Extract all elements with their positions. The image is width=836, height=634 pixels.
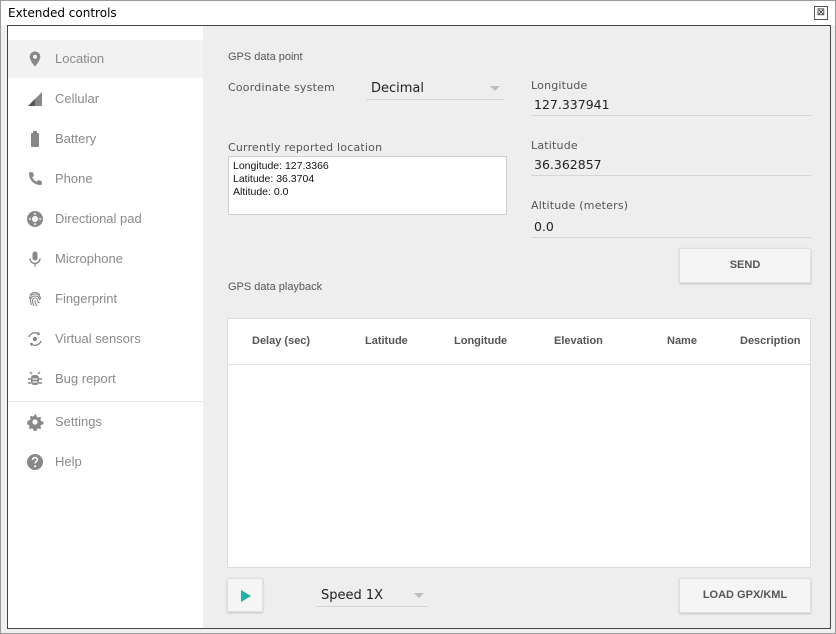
sidebar-item-label: Help [55, 454, 82, 469]
sidebar-item-fingerprint[interactable]: Fingerprint [8, 280, 203, 318]
column-latitude[interactable]: Latitude [365, 335, 408, 347]
latitude-label: Latitude [531, 139, 578, 152]
sidebar-item-cellular[interactable]: Cellular [8, 80, 203, 118]
column-description[interactable]: Description [740, 335, 801, 347]
battery-icon [26, 130, 44, 148]
column-name[interactable]: Name [667, 335, 697, 347]
sidebar-item-bug-report[interactable]: Bug report [8, 360, 203, 398]
longitude-field[interactable]: 127.337941 [531, 92, 811, 116]
bug-icon [26, 370, 44, 388]
gear-icon [26, 413, 44, 431]
send-button[interactable]: SEND [679, 248, 811, 283]
close-button[interactable]: ⊠ [814, 6, 828, 20]
reported-latitude: Latitude: 36.3704 [233, 173, 315, 185]
extended-controls-window: Extended controls ⊠ Location Cellular Ba… [0, 0, 836, 634]
signal-icon [26, 90, 44, 108]
coordinate-system-select[interactable]: Decimal [366, 76, 504, 100]
play-button[interactable] [227, 578, 263, 612]
fingerprint-icon [26, 290, 44, 308]
reported-location-label: Currently reported location [228, 141, 383, 154]
load-gpx-kml-button[interactable]: LOAD GPX/KML [679, 578, 811, 613]
sidebar: Location Cellular Battery Phone Directio… [8, 26, 203, 628]
title-bar[interactable]: Extended controls ⊠ [1, 1, 835, 25]
play-icon [241, 590, 251, 602]
chevron-down-icon [414, 593, 424, 598]
gps-data-point-heading: GPS data point [228, 51, 303, 63]
sidebar-item-battery[interactable]: Battery [8, 120, 203, 158]
reported-longitude: Longitude: 127.3366 [233, 160, 329, 172]
sidebar-item-help[interactable]: Help [8, 443, 203, 481]
speed-value: Speed 1X [321, 588, 384, 603]
playback-table-header: Delay (sec) Latitude Longitude Elevation… [228, 319, 810, 365]
longitude-value: 127.337941 [534, 97, 610, 112]
sidebar-item-label: Cellular [55, 91, 100, 106]
sidebar-divider [8, 401, 203, 402]
coordinate-system-label: Coordinate system [228, 81, 335, 94]
sidebar-item-label: Fingerprint [55, 291, 118, 306]
column-elevation[interactable]: Elevation [554, 335, 603, 347]
sidebar-item-settings[interactable]: Settings [8, 403, 203, 441]
sidebar-item-label: Virtual sensors [55, 331, 141, 346]
column-longitude[interactable]: Longitude [454, 335, 507, 347]
playback-table: Delay (sec) Latitude Longitude Elevation… [227, 318, 811, 568]
help-icon [26, 453, 44, 471]
sidebar-item-phone[interactable]: Phone [8, 160, 203, 198]
location-panel: GPS data point Coordinate system Decimal… [203, 26, 830, 628]
reported-altitude: Altitude: 0.0 [233, 186, 289, 198]
sidebar-item-location[interactable]: Location [8, 40, 203, 78]
microphone-icon [26, 250, 44, 268]
sidebar-item-label: Settings [55, 414, 102, 429]
speed-select[interactable]: Speed 1X [316, 583, 428, 607]
altitude-label: Altitude (meters) [531, 199, 629, 212]
location-pin-icon [26, 50, 44, 68]
sidebar-item-virtual-sensors[interactable]: Virtual sensors [8, 320, 203, 358]
gps-data-playback-heading: GPS data playback [228, 281, 323, 293]
latitude-value: 36.362857 [534, 157, 602, 172]
sidebar-item-microphone[interactable]: Microphone [8, 240, 203, 278]
content-frame: Location Cellular Battery Phone Directio… [7, 25, 831, 629]
sidebar-item-label: Location [55, 51, 105, 66]
sidebar-item-directional-pad[interactable]: Directional pad [8, 200, 203, 238]
altitude-field[interactable]: 0.0 [531, 214, 811, 238]
sidebar-item-label: Bug report [55, 371, 116, 386]
altitude-value: 0.0 [534, 219, 554, 234]
reported-location-box: Longitude: 127.3366 Latitude: 36.3704 Al… [228, 156, 507, 215]
phone-icon [26, 170, 44, 188]
column-delay[interactable]: Delay (sec) [252, 335, 310, 347]
latitude-field[interactable]: 36.362857 [531, 152, 811, 176]
sidebar-item-label: Directional pad [55, 211, 142, 226]
sidebar-item-label: Microphone [55, 251, 123, 266]
chevron-down-icon [490, 86, 500, 91]
dpad-icon [26, 210, 44, 228]
window-title: Extended controls [8, 6, 117, 20]
longitude-label: Longitude [531, 79, 588, 92]
sidebar-item-label: Phone [55, 171, 93, 186]
sidebar-item-label: Battery [55, 131, 97, 146]
rotate-icon [26, 330, 44, 348]
coordinate-system-value: Decimal [371, 81, 425, 96]
